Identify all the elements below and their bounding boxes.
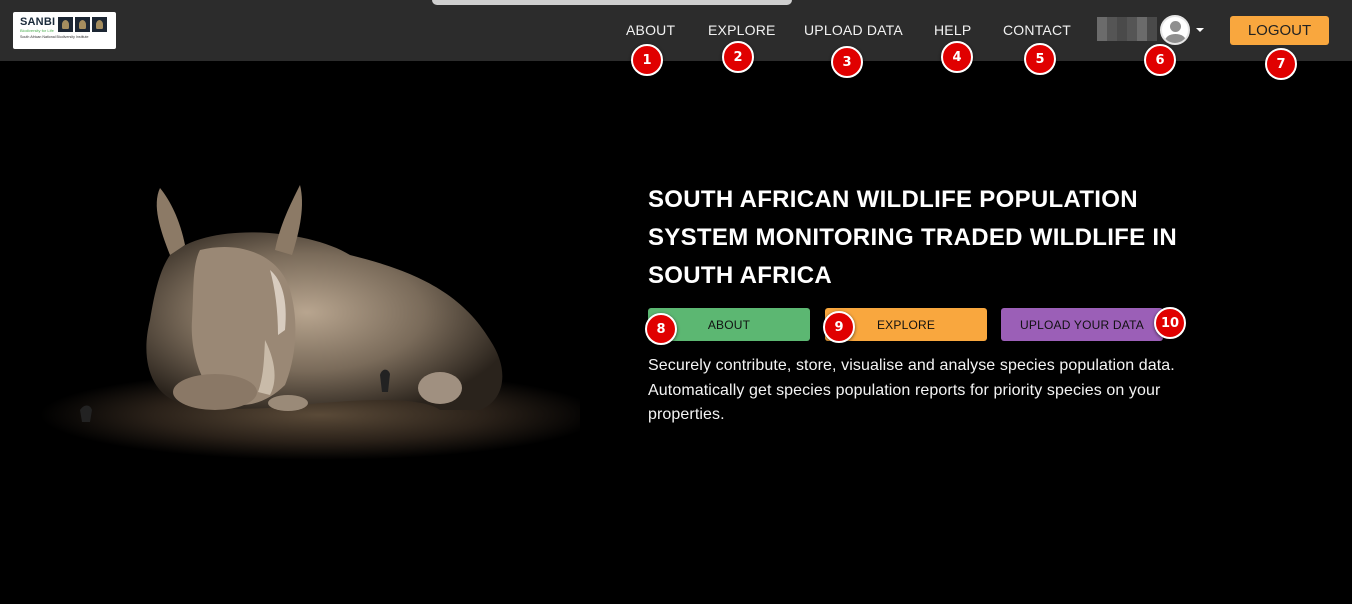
logo-subtitle: South African National Biodiversity Inst… bbox=[20, 35, 89, 39]
marker-1: 1 bbox=[631, 44, 663, 76]
logo-image-tiles bbox=[58, 17, 107, 32]
chevron-down-icon[interactable] bbox=[1196, 28, 1204, 32]
nav-help-link[interactable]: HELP bbox=[934, 22, 971, 38]
marker-10: 10 bbox=[1154, 307, 1186, 339]
rhino-hero-image bbox=[40, 185, 580, 460]
browser-drag-handle bbox=[432, 0, 792, 5]
nav-upload-data-link[interactable]: UPLOAD DATA bbox=[804, 22, 903, 38]
logout-button[interactable]: LOGOUT bbox=[1230, 16, 1329, 45]
nav-explore-link[interactable]: EXPLORE bbox=[708, 22, 776, 38]
hero-description: Securely contribute, store, visualise an… bbox=[648, 357, 1175, 423]
marker-4: 4 bbox=[941, 41, 973, 73]
nav-about-link[interactable]: ABOUT bbox=[626, 22, 675, 38]
sanbi-logo[interactable]: SANBI Biodiversity for Life South Africa… bbox=[13, 12, 116, 49]
nav-contact-link[interactable]: CONTACT bbox=[1003, 22, 1071, 38]
hero-upload-your-data-button[interactable]: UPLOAD YOUR DATA bbox=[1001, 308, 1163, 341]
logo-tagline: Biodiversity for Life bbox=[20, 28, 54, 33]
marker-6: 6 bbox=[1144, 44, 1176, 76]
marker-8: 8 bbox=[645, 313, 677, 345]
marker-2: 2 bbox=[722, 41, 754, 73]
marker-7: 7 bbox=[1265, 48, 1297, 80]
hero-title: SOUTH AFRICAN WILDLIFE POPULATION SYSTEM… bbox=[648, 186, 1178, 289]
logo-title: SANBI bbox=[20, 16, 56, 28]
user-avatar-icon[interactable] bbox=[1160, 15, 1190, 45]
marker-9: 9 bbox=[823, 311, 855, 343]
username-redacted bbox=[1097, 17, 1157, 41]
marker-5: 5 bbox=[1024, 43, 1056, 75]
marker-3: 3 bbox=[831, 46, 863, 78]
